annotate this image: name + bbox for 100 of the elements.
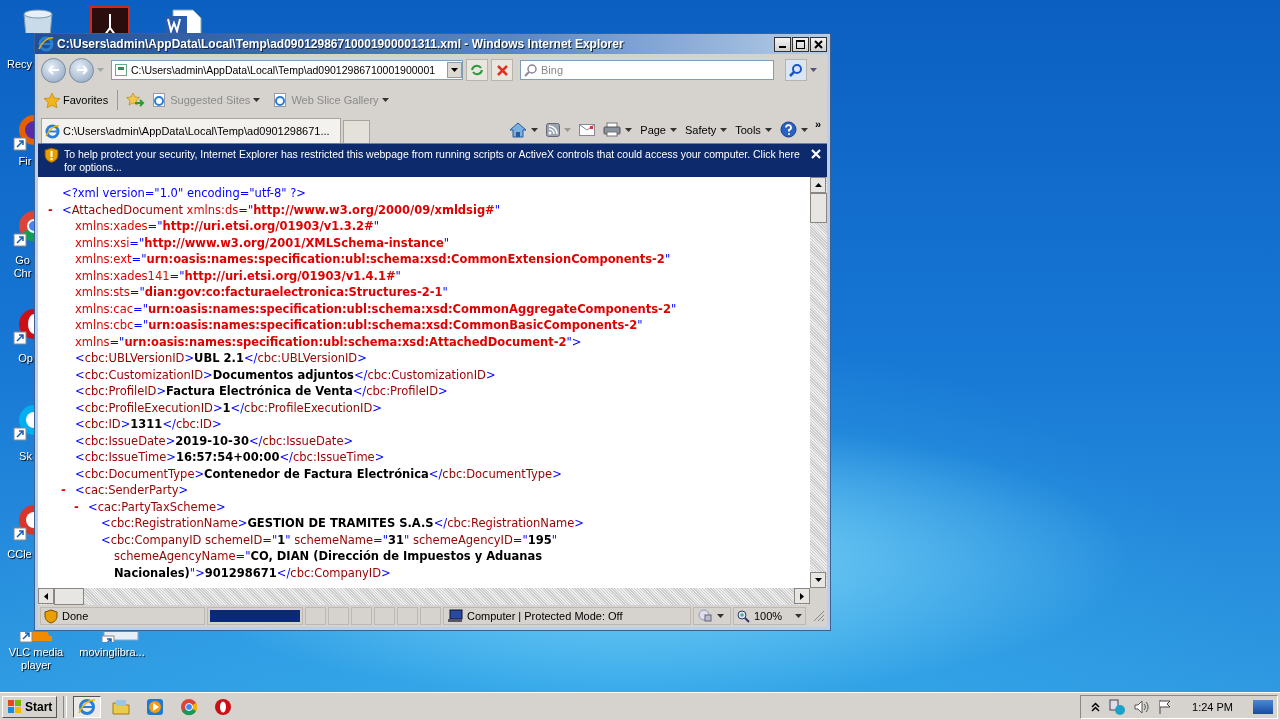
desktop-icon-label: CCle	[6, 548, 33, 561]
ie-icon	[78, 697, 97, 716]
back-arrow-icon	[47, 65, 60, 75]
network-icon[interactable]	[1108, 698, 1127, 715]
more-button[interactable]: »	[812, 118, 823, 130]
xml-line: <cbc:ID>1311</cbc:ID>	[75, 416, 222, 433]
forward-button[interactable]	[69, 57, 94, 83]
vertical-scrollbar[interactable]	[810, 177, 827, 588]
window-title: C:\Users\admin\AppData\Local\Temp\ad09012986710001900001311.xml - Windows Internet Explorer	[57, 37, 625, 51]
stop-icon	[496, 64, 508, 76]
xml-line: xmlns:sts="dian:gov:co:facturaelectronica:Structures-2-1"	[75, 284, 448, 301]
maximize-icon	[796, 39, 805, 49]
scroll-right-button[interactable]	[794, 588, 810, 604]
xml-line: <cbc:CustomizationID>Documentos adjuntos</cbc:CustomizationID>	[75, 366, 496, 383]
minimize-button[interactable]	[774, 36, 791, 52]
browser-logo-icon	[38, 36, 54, 52]
caret-icon	[564, 127, 572, 132]
left-arrow-icon	[44, 592, 48, 600]
collapse-toggle[interactable]: -	[48, 202, 53, 217]
xml-line: <cac:SenderParty>	[75, 482, 189, 499]
xml-line: <cbc:CompanyID schemeID="1" schemeName="31" schemeAgencyID="195"	[101, 531, 558, 548]
address-field[interactable]: C:\Users\admin\AppData\Local\Temp\ad09012986710001900001	[111, 60, 463, 80]
search-icon	[789, 63, 803, 77]
up-arrow-icon	[814, 183, 822, 187]
menu-button[interactable]: Page	[637, 123, 680, 136]
xml-line: xmlns="urn:oasis:names:specification:ubl:schema:xsd:AttachedDocument-2">	[75, 333, 582, 350]
xml-line: <cac:PartyTaxScheme>	[88, 498, 226, 515]
xml-line: xmlns:ext="urn:oasis:names:specification:ubl:schema:xsd:CommonExtensionComponents-2"	[75, 251, 671, 268]
shield-icon	[44, 147, 59, 163]
desktop-icon-label: Sk	[18, 450, 33, 463]
collapse-toggle[interactable]: -	[61, 483, 66, 497]
chevron-up-icon[interactable]	[1091, 701, 1101, 712]
xml-line: xmlns:cbc="urn:oasis:names:specification:ubl:schema:xsd:CommonBasicComponents-2"	[75, 317, 643, 334]
star-icon	[44, 92, 60, 108]
status-text: Done	[62, 610, 89, 622]
printer-icon	[603, 122, 622, 137]
search-button[interactable]	[785, 59, 807, 81]
caret-icon	[720, 127, 728, 132]
computer-icon	[447, 609, 463, 623]
xml-line: xmlns:cac="urn:oasis:names:specification:ubl:schema:xsd:CommonAggregateComponents-2"	[75, 300, 677, 317]
xml-line: <cbc:UBLVersionID>UBL 2.1</cbc:UBLVersionID>	[75, 350, 367, 367]
search-field[interactable]: Bing	[520, 60, 774, 80]
caret-icon	[795, 614, 802, 618]
menu-button[interactable]: Tools	[732, 123, 775, 136]
menu-button[interactable]: Safety	[682, 123, 731, 136]
opera-icon	[214, 697, 233, 716]
caret-icon	[253, 98, 261, 102]
back-button[interactable]	[41, 57, 66, 83]
favorites-button[interactable]: Favorites	[42, 92, 111, 108]
scroll-down-button[interactable]	[810, 572, 826, 588]
search-icon	[524, 63, 538, 77]
scroll-thumb[interactable]	[810, 193, 827, 223]
security-button[interactable]	[693, 607, 731, 625]
information-bar-message[interactable]: To help protect your security, Internet Explorer has restricted this webpage from running scripts or ActiveX controls that could access your computer. Click here for options...	[64, 147, 806, 174]
zone-text: Computer | Protected Mode: Off	[467, 610, 623, 622]
help-icon	[779, 121, 797, 138]
collapse-toggle[interactable]: -	[74, 499, 79, 514]
caret-icon	[670, 127, 677, 132]
envelope-icon	[579, 123, 596, 136]
caret-icon	[531, 127, 539, 132]
forward-arrow-icon	[75, 65, 88, 75]
desktop-icon-label: Go Chr	[12, 254, 33, 280]
start-button[interactable]: Start	[2, 695, 58, 718]
caret-icon[interactable]	[810, 68, 817, 72]
stop-button[interactable]	[491, 59, 513, 81]
right-arrow-icon	[800, 592, 804, 600]
xml-line: xmlns:xades141="http://uri.etsi.org/01903/v1.4.1#"	[75, 267, 401, 284]
windows-logo-icon	[7, 699, 23, 714]
xml-line: <cbc:DocumentType>Contenedor de Factura Electrónica</cbc:DocumentType>	[75, 465, 562, 482]
desktop-icon-label: Fir	[17, 155, 33, 168]
scroll-thumb[interactable]	[54, 588, 84, 605]
close-button[interactable]	[810, 36, 827, 52]
page-icon	[151, 92, 168, 108]
close-icon[interactable]	[811, 149, 821, 159]
shield-icon	[44, 608, 58, 624]
caret-icon	[800, 127, 808, 132]
feed-icon	[546, 122, 561, 137]
information-bar[interactable]: To help protect your security, Internet Explorer has restricted this webpage from running scripts or ActiveX controls that could access your computer. Click here for options...	[38, 143, 827, 177]
browser-tab[interactable]: C:\Users\admin\AppData\Local\Temp\ad0901298671...	[41, 118, 341, 143]
xml-line: <cbc:RegistrationName>GESTION DE TRAMITES S.A.S</cbc:RegistrationName>	[101, 515, 584, 532]
dropdown-button[interactable]	[447, 62, 462, 78]
xml-line: <AttachedDocument xmlns:ds="http://www.w3.org/2000/09/xmldsig#"	[62, 201, 501, 218]
zoom-button[interactable]: 100%	[733, 607, 806, 625]
flag-icon[interactable]	[1158, 699, 1173, 714]
scroll-left-button[interactable]	[38, 588, 54, 604]
clock[interactable]: 1:24 PM	[1192, 700, 1233, 713]
home-icon	[509, 121, 528, 138]
speaker-icon[interactable]	[1134, 699, 1151, 714]
xml-line: <cbc:IssueDate>2019-10-30</cbc:IssueDate>	[75, 432, 354, 449]
maximize-button[interactable]	[792, 36, 809, 52]
taskbar-app-button[interactable]	[73, 695, 102, 718]
resize-grip-icon[interactable]	[813, 610, 825, 622]
horizontal-scrollbar[interactable]	[38, 588, 827, 605]
pdf-icon[interactable]	[90, 6, 130, 33]
scroll-up-button[interactable]	[810, 177, 826, 193]
chrome-icon	[180, 697, 199, 716]
refresh-icon	[470, 64, 484, 76]
show-desktop-button[interactable]	[1253, 699, 1273, 714]
close-icon	[814, 39, 823, 49]
desktop-icon-label: Op	[18, 352, 33, 365]
